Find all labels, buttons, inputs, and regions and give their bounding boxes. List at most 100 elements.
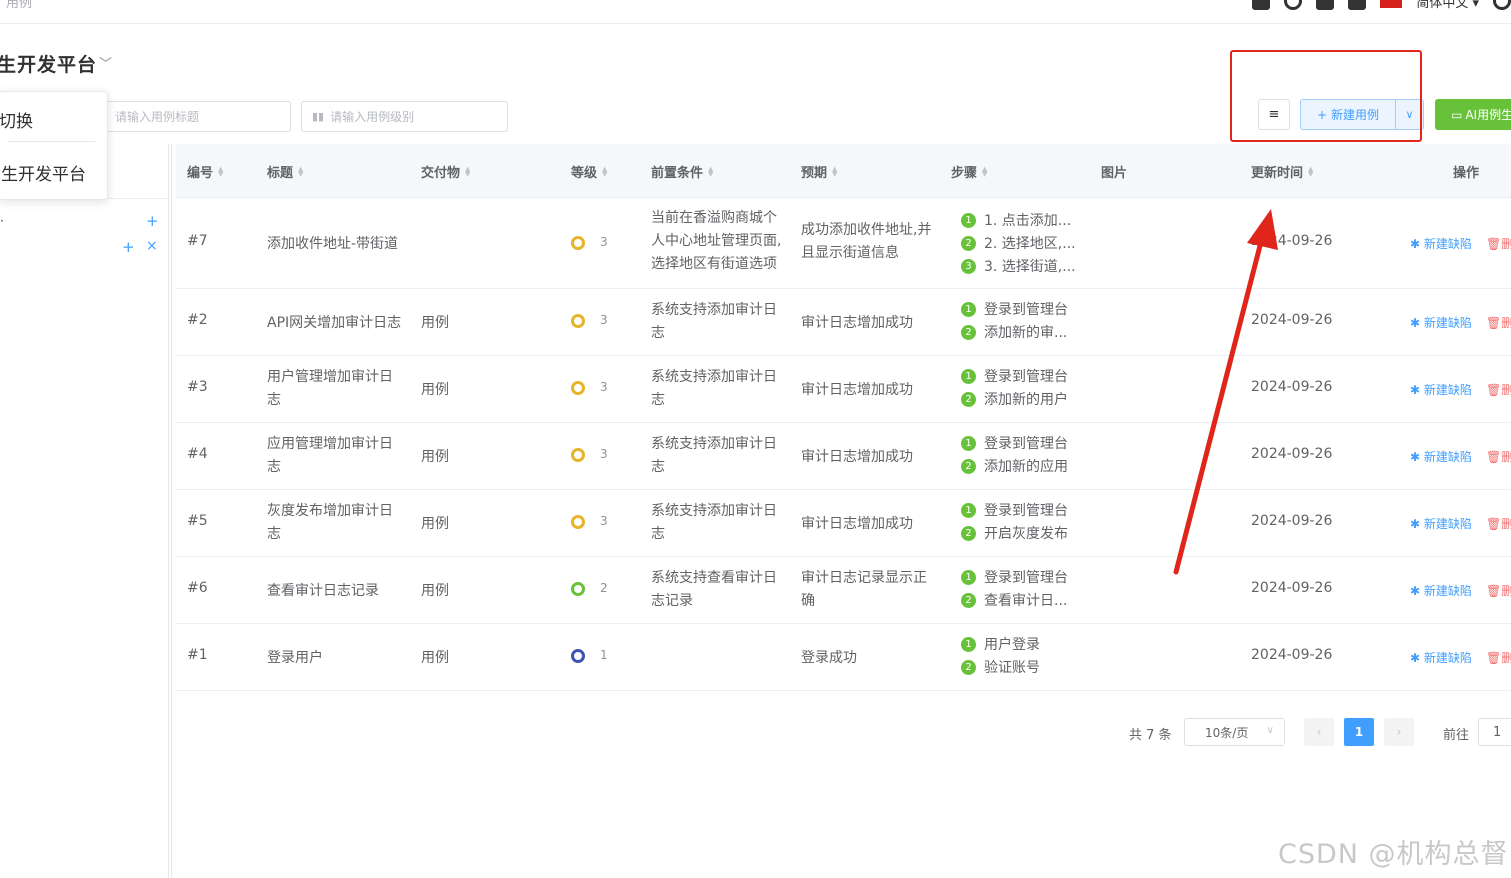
ai-case-label: AI用例生 bbox=[1465, 108, 1511, 122]
precondition: 系统支持查看审计日志记录 bbox=[651, 570, 777, 609]
page-size-value: 10条/页 bbox=[1205, 725, 1249, 740]
table-row[interactable]: #7 添加收件地址-带街道 3 当前在香溢购商城个人中心地址管理页面,选择地区有… bbox=[176, 198, 1511, 289]
chevron-down-icon: ∨ bbox=[1266, 725, 1274, 736]
precondition: 系统支持添加审计日志 bbox=[651, 503, 777, 542]
table-row[interactable]: #4 应用管理增加审计日志 用例 3 系统支持添加审计日志 审计日志增加成功 1… bbox=[176, 423, 1511, 490]
level-indicator bbox=[571, 381, 585, 395]
table-row[interactable]: #6 查看审计日志记录 用例 2 系统支持查看审计日志记录 审计日志记录显示正确… bbox=[176, 557, 1511, 624]
header-deliverable[interactable]: 交付物 ▲ ▼ bbox=[421, 162, 470, 181]
step-item: 2 2. 选择地区,... bbox=[961, 233, 1076, 253]
case-title[interactable]: 添加收件地址-带街道 bbox=[267, 233, 398, 253]
new-bug-link[interactable]: ✱ 新建缺陷 bbox=[1410, 515, 1472, 532]
step-number-badge: 2 bbox=[961, 525, 976, 541]
case-title[interactable]: API网关增加审计日志 bbox=[267, 312, 401, 332]
new-case-dropdown-button[interactable]: ∨ bbox=[1395, 99, 1424, 130]
new-bug-link[interactable]: ✱ 新建缺陷 bbox=[1410, 381, 1472, 398]
delete-link[interactable]: 🗑删除 bbox=[1486, 235, 1511, 252]
sort-icon[interactable]: ▲ ▼ bbox=[832, 165, 837, 177]
header-title[interactable]: 标题 ▲ ▼ bbox=[267, 162, 303, 181]
step-item: 1 登录到管理台 bbox=[961, 567, 1068, 587]
plus-icon: + bbox=[1316, 107, 1328, 122]
case-title-placeholder: 请输入用例标题 bbox=[115, 110, 200, 124]
updated-time: 2024-09-26 bbox=[1251, 580, 1333, 596]
header-level[interactable]: 等级 ▲ ▼ bbox=[571, 162, 607, 181]
delete-link[interactable]: 🗑删除 bbox=[1486, 649, 1511, 666]
delete-link[interactable]: 🗑删除 bbox=[1486, 381, 1511, 398]
table-row[interactable]: #3 用户管理增加审计日志 用例 3 系统支持添加审计日志 审计日志增加成功 1… bbox=[176, 356, 1511, 423]
header-updated[interactable]: 更新时间 ▲ ▼ bbox=[1251, 162, 1313, 181]
new-bug-link[interactable]: ✱ 新建缺陷 bbox=[1410, 448, 1472, 465]
home-icon[interactable] bbox=[1252, 0, 1271, 10]
case-id: #3 bbox=[187, 379, 208, 395]
language-selector[interactable]: 简体中文 ▾ bbox=[1416, 0, 1479, 11]
step-number-badge: 2 bbox=[961, 391, 976, 407]
panel-resizer[interactable] bbox=[168, 144, 172, 878]
case-title[interactable]: 登录用户 bbox=[267, 647, 323, 667]
expected-result: 审计日志增加成功 bbox=[801, 516, 913, 532]
monitor-icon: ▭ bbox=[1451, 107, 1463, 122]
header-id[interactable]: 编号 ▲ ▼ bbox=[187, 162, 223, 181]
case-title[interactable]: 用户管理增加审计日志 bbox=[267, 366, 401, 412]
table-row[interactable]: #5 灰度发布增加审计日志 用例 3 系统支持添加审计日志 审计日志增加成功 1… bbox=[176, 490, 1511, 557]
add-child-icon[interactable]: + bbox=[122, 238, 135, 256]
prev-page-button[interactable]: ‹ bbox=[1304, 718, 1334, 746]
table-row[interactable]: #1 登录用户 用例 1 登录成功 1 用户登录 2 验证账号 2024-09-26… bbox=[176, 624, 1511, 691]
new-case-button[interactable]: + 新建用例 bbox=[1300, 99, 1396, 130]
case-deliverable: 用例 bbox=[421, 583, 449, 599]
new-bug-link[interactable]: ✱ 新建缺陷 bbox=[1410, 235, 1472, 252]
new-bug-link[interactable]: ✱ 新建缺陷 bbox=[1410, 314, 1472, 331]
sort-icon[interactable]: ▲ ▼ bbox=[708, 165, 713, 177]
breadcrumb[interactable]: 用例 bbox=[6, 0, 32, 11]
sort-icon[interactable]: ▲ ▼ bbox=[218, 165, 223, 177]
sort-icon[interactable]: ▲ ▼ bbox=[982, 165, 987, 177]
case-title[interactable]: 应用管理增加审计日志 bbox=[267, 433, 401, 479]
header-precondition[interactable]: 前置条件 ▲ ▼ bbox=[651, 162, 713, 181]
chevron-down-icon: ∨ bbox=[1405, 108, 1414, 121]
switch-project-item[interactable]: 切换 bbox=[0, 107, 33, 132]
add-node-icon[interactable]: + bbox=[146, 212, 159, 230]
header-expected[interactable]: 预期 ▲ ▼ bbox=[801, 162, 837, 181]
column-settings-button[interactable]: ≡ bbox=[1258, 99, 1290, 130]
delete-link[interactable]: 🗑删除 bbox=[1486, 448, 1511, 465]
ai-case-button[interactable]: ▭ AI用例生 bbox=[1435, 99, 1511, 130]
github-icon[interactable] bbox=[1284, 0, 1303, 10]
level-value: 3 bbox=[600, 447, 608, 461]
expected-result: 审计日志增加成功 bbox=[801, 382, 913, 398]
bell-icon[interactable] bbox=[1316, 0, 1335, 10]
case-title[interactable]: 查看审计日志记录 bbox=[267, 580, 379, 600]
fullscreen-icon[interactable] bbox=[1348, 0, 1367, 10]
step-number-badge: 2 bbox=[961, 592, 976, 608]
page-number-current[interactable]: 1 bbox=[1344, 718, 1374, 746]
step-item: 1 登录到管理台 bbox=[961, 299, 1068, 319]
table-row[interactable]: #2 API网关增加审计日志 用例 3 系统支持添加审计日志 审计日志增加成功 … bbox=[176, 289, 1511, 356]
case-deliverable: 用例 bbox=[421, 315, 449, 331]
project-option[interactable]: 生开发平台 bbox=[1, 160, 86, 185]
close-icon[interactable]: × bbox=[146, 238, 158, 254]
page-size-select[interactable]: 10条/页 ∨ bbox=[1184, 718, 1285, 746]
sort-icon[interactable]: ▲ ▼ bbox=[602, 165, 607, 177]
chevron-down-icon[interactable]: ﹀ bbox=[99, 53, 112, 72]
new-bug-link[interactable]: ✱ 新建缺陷 bbox=[1410, 649, 1472, 666]
updated-time: 2024-09-26 bbox=[1251, 647, 1333, 663]
goto-page-input[interactable]: 1 bbox=[1478, 718, 1511, 746]
sort-icon[interactable]: ▲ ▼ bbox=[1308, 165, 1313, 177]
next-page-button[interactable]: › bbox=[1384, 718, 1414, 746]
expected-result: 登录成功 bbox=[801, 650, 857, 666]
delete-link[interactable]: 🗑删除 bbox=[1486, 314, 1511, 331]
delete-link[interactable]: 🗑删除 bbox=[1486, 582, 1511, 599]
case-title[interactable]: 灰度发布增加审计日志 bbox=[267, 500, 401, 546]
delete-link[interactable]: 🗑删除 bbox=[1486, 515, 1511, 532]
step-number-badge: 1 bbox=[961, 368, 976, 384]
header-steps[interactable]: 步骤 ▲ ▼ bbox=[951, 162, 987, 181]
precondition: 系统支持添加审计日志 bbox=[651, 369, 777, 408]
updated-time: 2024-09-26 bbox=[1251, 446, 1333, 462]
sort-icon[interactable]: ▲ ▼ bbox=[465, 165, 470, 177]
sort-icon[interactable]: ▲ ▼ bbox=[298, 165, 303, 177]
level-value: 3 bbox=[600, 235, 608, 249]
new-bug-link[interactable]: ✱ 新建缺陷 bbox=[1410, 582, 1472, 599]
case-level-search-input[interactable]: ▮▮ 请输入用例级别 bbox=[301, 101, 508, 132]
project-title[interactable]: 生开发平台 bbox=[0, 50, 97, 77]
user-avatar[interactable] bbox=[1493, 0, 1511, 10]
case-title-search-input[interactable]: 请输入用例标题 bbox=[98, 101, 291, 132]
trash-icon: 🗑 bbox=[1486, 651, 1502, 665]
